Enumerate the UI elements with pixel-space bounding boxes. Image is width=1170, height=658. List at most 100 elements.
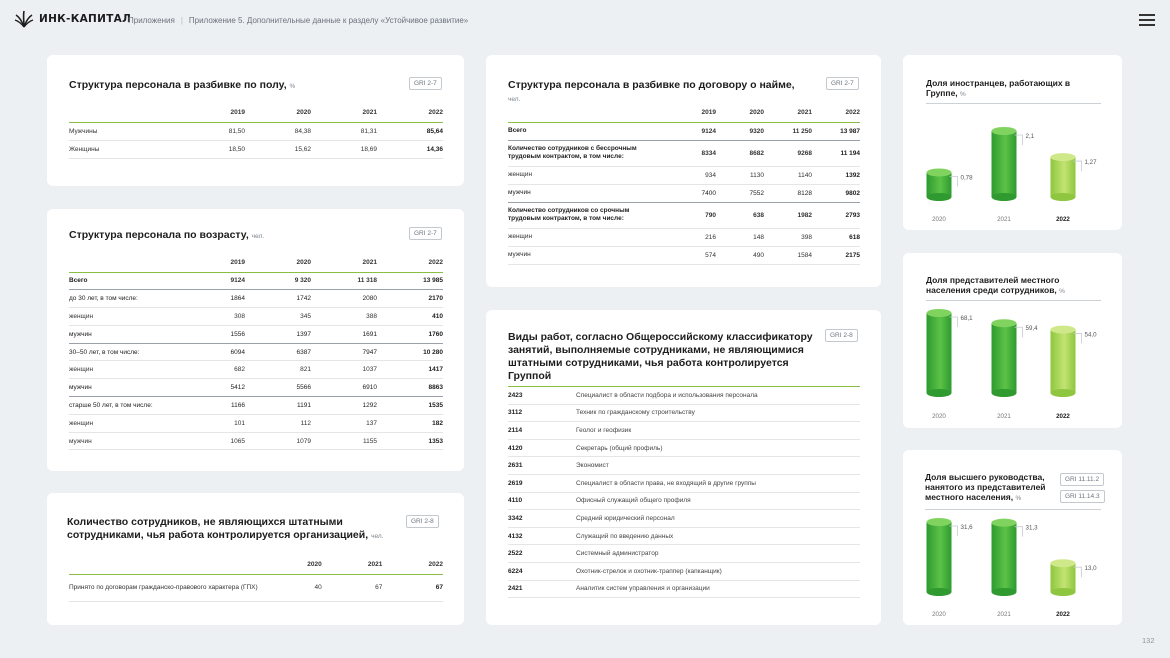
- cell-value: 1130: [716, 166, 764, 185]
- cell-value: 1584: [764, 246, 812, 265]
- bar-top: [926, 168, 952, 177]
- occupation-name: Системный администратор: [576, 544, 860, 563]
- gender-structure-card: Структура персонала в разбивке по полу, …: [47, 55, 464, 186]
- year-tick-label: 2021: [997, 413, 1011, 420]
- table-row: Женщины 18,50 15,62 18,69 14,36: [69, 140, 443, 159]
- contract-table: 2019 2020 2021 2022 Всего 9124 9320 11 250 13 9…: [508, 107, 860, 265]
- bar-top: [926, 309, 952, 317]
- row-label: мужчин: [508, 246, 668, 265]
- breadcrumb-appendices[interactable]: Приложения: [128, 16, 175, 25]
- bar: [926, 522, 952, 592]
- cell-value: 81,31: [311, 122, 377, 141]
- logo-text: ИНК-КАПИТАЛ: [39, 13, 132, 25]
- column-header-year: 2020: [716, 107, 764, 123]
- list-item: 2423 Специалист в области подбора и испол…: [508, 386, 860, 405]
- cell-value: 308: [179, 307, 245, 326]
- year-tick-label: 2020: [932, 611, 946, 618]
- occupations-table: 2423 Специалист в области подбора и испол…: [508, 386, 860, 599]
- column-header-year: 2022: [812, 107, 860, 123]
- hamburger-menu-icon[interactable]: [1139, 14, 1155, 26]
- column-header-year: 2020: [261, 559, 322, 575]
- cell-value: 8128: [764, 184, 812, 203]
- non-staff-card-title: Количество сотрудников, не являющихся шт…: [67, 516, 384, 541]
- bar-base: [926, 588, 952, 596]
- table-row: Всего 9124 9320 11 250 13 987: [508, 122, 860, 141]
- table-row: Количество сотрудников со срочным трудов…: [508, 202, 860, 229]
- cell-value: 1155: [311, 432, 377, 451]
- table-row: мужчин 574 490 1584 2175: [508, 246, 860, 265]
- cell-value: 81,50: [179, 122, 245, 141]
- bar-base: [991, 389, 1017, 397]
- company-logo[interactable]: ИНК-КАПИТАЛ: [14, 9, 131, 29]
- bar-base: [926, 193, 952, 201]
- foreigners-bar-chart: 0,78 2020 2,1 2021 1,27 2022: [926, 127, 1098, 223]
- table-row: мужчин 5412 5566 6910 8863: [69, 378, 443, 398]
- column-header-label: [69, 559, 262, 575]
- cell-value: 8334: [668, 140, 716, 167]
- data-label: 59,4: [1026, 325, 1039, 332]
- data-label: 2,1: [1026, 133, 1035, 140]
- age-structure-card: Структура персонала по возрасту, чел. GR…: [47, 209, 464, 471]
- row-label: женщин: [69, 360, 179, 380]
- cell-value: 148: [716, 228, 764, 247]
- data-label: 31,6: [961, 524, 974, 531]
- cell-value: 6094: [179, 343, 245, 362]
- data-label: 1,27: [1085, 159, 1098, 166]
- cell-value: 9802: [812, 184, 860, 203]
- cell-value: 1556: [179, 325, 245, 344]
- cell-value: 638: [716, 202, 764, 229]
- foreigners-chart-card: Доля иностранцев, работающих в Группе, %…: [903, 55, 1122, 230]
- local-employees-bar-chart: 68,1 2020 59,4 2021 54,0 2022: [926, 309, 1097, 420]
- bar: [991, 323, 1017, 393]
- breadcrumb-current[interactable]: Приложение 5. Дополнительные данные к ра…: [189, 16, 468, 25]
- cell-value: 112: [245, 414, 311, 433]
- cell-value: 574: [668, 246, 716, 265]
- cell-value: 9 320: [245, 272, 311, 291]
- table-row: Количество сотрудников с бессрочным труд…: [508, 140, 860, 167]
- year-tick-label: 2022: [1056, 413, 1070, 420]
- occupation-name: Секретарь (общий профиль): [576, 439, 860, 458]
- list-item: 6224 Охотник-стрелок и охотник-траппер (к…: [508, 562, 860, 581]
- cell-value: 11 318: [311, 272, 377, 291]
- bar-base: [926, 389, 952, 397]
- year-tick-label: 2022: [1056, 216, 1070, 223]
- cell-value: 67: [382, 574, 443, 602]
- cell-value: 9124: [179, 272, 245, 291]
- bar-top: [991, 319, 1017, 328]
- table-row: женщин 216 148 398 618: [508, 228, 860, 247]
- cell-value: 40: [261, 574, 322, 602]
- list-item: 2421 Аналитик систем управления и организ…: [508, 580, 860, 599]
- table-row: 30–50 лет, в том числе: 6094 6387 7947 10 28…: [69, 343, 443, 362]
- cell-value: 182: [377, 414, 443, 433]
- row-label: женщин: [508, 166, 668, 185]
- list-item: 3342 Средний юридический персонал: [508, 509, 860, 528]
- row-label: Мужчины: [69, 122, 179, 141]
- bar-top: [1050, 153, 1076, 162]
- bar-top: [1050, 325, 1076, 334]
- cell-value: 14,36: [377, 140, 443, 159]
- cell-value: 9124: [668, 122, 716, 141]
- cell-value: 2175: [812, 246, 860, 265]
- occupation-name: Экономист: [576, 456, 860, 475]
- column-header-year: 2021: [764, 107, 812, 123]
- cell-value: 9320: [716, 122, 764, 141]
- cell-value: 1760: [377, 325, 443, 344]
- occupation-name: Офисный служащий общего профиля: [576, 492, 860, 511]
- data-label: 0,78: [961, 174, 974, 181]
- table-row: мужчин 1556 1397 1691 1760: [69, 325, 443, 344]
- cell-value: 398: [764, 228, 812, 247]
- row-label: мужчин: [508, 184, 668, 203]
- cell-value: 1292: [311, 396, 377, 415]
- cell-value: 1191: [245, 396, 311, 415]
- data-label: 68,1: [961, 315, 974, 322]
- gri-badge: GRI 2-7: [409, 77, 442, 90]
- gri-badge: GRI 2-7: [826, 77, 859, 90]
- cell-value: 1166: [179, 396, 245, 415]
- cell-value: 1392: [812, 166, 860, 185]
- cell-value: 821: [245, 360, 311, 380]
- column-header-year: 2019: [179, 107, 245, 123]
- cell-value: 2080: [311, 289, 377, 309]
- table-row: женщин 682 821 1037 1417: [69, 360, 443, 380]
- table-row: мужчин 1065 1079 1155 1353: [69, 432, 443, 451]
- bar-base: [1050, 588, 1076, 596]
